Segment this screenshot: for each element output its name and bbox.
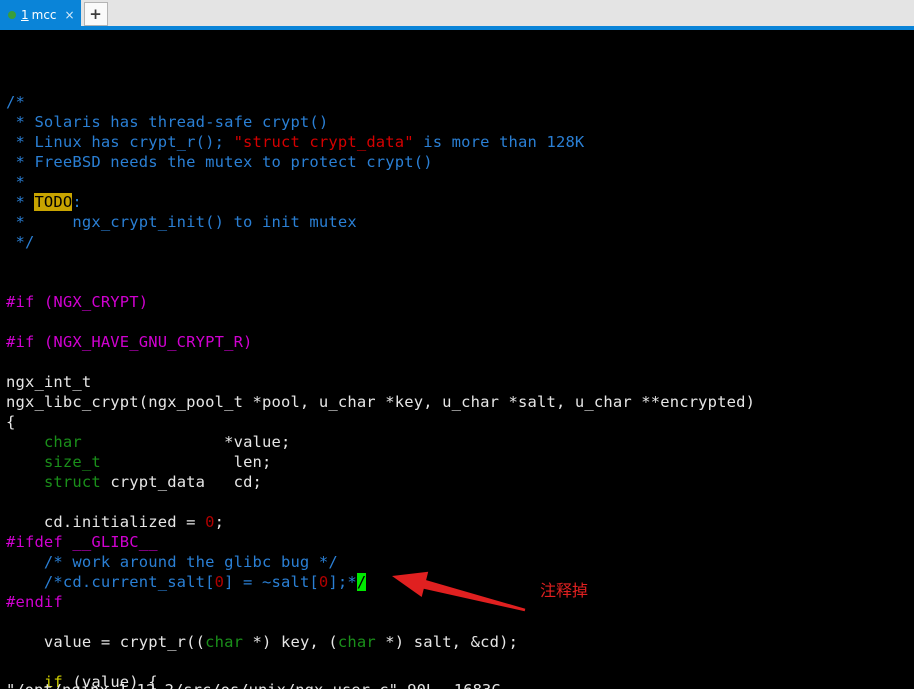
code-token: * Linux has crypt_r(); bbox=[6, 133, 234, 151]
code-token: 0 bbox=[214, 573, 225, 591]
code-token: ngx_libc_crypt(ngx_pool_t *pool, u_char … bbox=[6, 393, 756, 411]
code-line: * FreeBSD needs the mutex to protect cry… bbox=[6, 152, 755, 172]
code-line: ngx_libc_crypt(ngx_pool_t *pool, u_char … bbox=[6, 392, 755, 412]
code-line: #endif bbox=[6, 592, 755, 612]
terminal-window[interactable]: /* * Solaris has thread-safe crypt() * L… bbox=[0, 30, 914, 689]
code-line: struct crypt_data cd; bbox=[6, 472, 755, 492]
code-token: ngx_int_t bbox=[6, 373, 92, 391]
code-token: crypt_data cd; bbox=[100, 473, 263, 491]
code-line: #ifdef __GLIBC__ bbox=[6, 532, 755, 552]
code-token: /* bbox=[6, 93, 25, 111]
vim-editor-buffer[interactable]: /* * Solaris has thread-safe crypt() * L… bbox=[6, 32, 755, 689]
close-icon[interactable]: × bbox=[65, 9, 75, 21]
code-token: *) key, ( bbox=[243, 633, 338, 651]
code-token: char bbox=[337, 633, 376, 651]
code-token: len; bbox=[100, 453, 272, 471]
code-token: 0 bbox=[318, 573, 329, 591]
code-line: * bbox=[6, 172, 755, 192]
code-token: * FreeBSD needs the mutex to protect cry… bbox=[6, 153, 433, 171]
code-token: #if (NGX_HAVE_GNU_CRYPT_R) bbox=[6, 333, 253, 351]
code-token: cd.initialized = bbox=[6, 513, 206, 531]
code-line: ngx_int_t bbox=[6, 372, 755, 392]
code-token: char bbox=[43, 433, 82, 451]
vim-status-line: "/opt/nginx-1.12.2/src/os/unix/ngx_user.… bbox=[6, 680, 501, 689]
code-line: /* bbox=[6, 92, 755, 112]
code-token: size_t bbox=[43, 453, 101, 471]
tab-status-dot-icon bbox=[8, 11, 16, 19]
code-line: /* work around the glibc bug */ bbox=[6, 552, 755, 572]
code-line: /*cd.current_salt[0] = ~salt[0];*/ bbox=[6, 572, 755, 592]
tab-bar-empty-area bbox=[107, 0, 914, 26]
code-token: ] = ~salt[ bbox=[224, 573, 319, 591]
code-token: *value; bbox=[81, 433, 291, 451]
code-token: ];* bbox=[328, 573, 357, 591]
new-tab-button[interactable]: + bbox=[83, 2, 108, 26]
code-token: ; bbox=[214, 513, 225, 531]
code-line: value = crypt_r((char *) key, (char *) s… bbox=[6, 632, 755, 652]
code-token: */ bbox=[6, 233, 35, 251]
tab-title-label: mcc bbox=[31, 8, 57, 22]
code-line: #if (NGX_HAVE_GNU_CRYPT_R) bbox=[6, 332, 755, 352]
code-token: struct bbox=[43, 473, 101, 491]
code-line: * Solaris has thread-safe crypt() bbox=[6, 112, 755, 132]
text-cursor: / bbox=[356, 573, 367, 591]
code-token: * ngx_crypt_init() to init mutex bbox=[6, 213, 357, 231]
code-token: #if (NGX_CRYPT) bbox=[6, 293, 149, 311]
code-line: * Linux has crypt_r(); "struct crypt_dat… bbox=[6, 132, 755, 152]
code-token: *) salt, &cd); bbox=[375, 633, 519, 651]
annotation-text: 注释掉 bbox=[540, 581, 589, 600]
code-token: { bbox=[6, 413, 16, 431]
code-token: /* work around the glibc bug */ bbox=[6, 553, 338, 571]
code-token: 0 bbox=[205, 513, 215, 531]
code-token: value = crypt_r(( bbox=[6, 633, 206, 651]
code-token: "struct crypt_data" bbox=[233, 133, 414, 151]
code-line: * TODO: bbox=[6, 192, 755, 212]
code-token: #ifdef __GLIBC__ bbox=[6, 533, 158, 551]
code-token: is more than 128K bbox=[413, 133, 585, 151]
code-token: * Solaris has thread-safe crypt() bbox=[6, 113, 329, 131]
code-token: : bbox=[72, 193, 82, 211]
code-token: /*cd.current_salt[ bbox=[6, 573, 215, 591]
code-line: { bbox=[6, 412, 755, 432]
tab-1-mcc[interactable]: 1 mcc × bbox=[0, 0, 81, 26]
code-token: char bbox=[205, 633, 244, 651]
code-token: TODO bbox=[34, 193, 73, 211]
tab-index-label: 1 bbox=[21, 8, 29, 22]
code-token: #endif bbox=[6, 593, 63, 611]
code-token: * bbox=[6, 193, 35, 211]
code-line: size_t len; bbox=[6, 452, 755, 472]
code-line: cd.initialized = 0; bbox=[6, 512, 755, 532]
tab-bar: 1 mcc × + bbox=[0, 0, 914, 30]
code-line: #if (NGX_CRYPT) bbox=[6, 292, 755, 312]
code-line: char *value; bbox=[6, 432, 755, 452]
code-line: */ bbox=[6, 232, 755, 252]
code-line: * ngx_crypt_init() to init mutex bbox=[6, 212, 755, 232]
code-token: * bbox=[6, 173, 25, 191]
